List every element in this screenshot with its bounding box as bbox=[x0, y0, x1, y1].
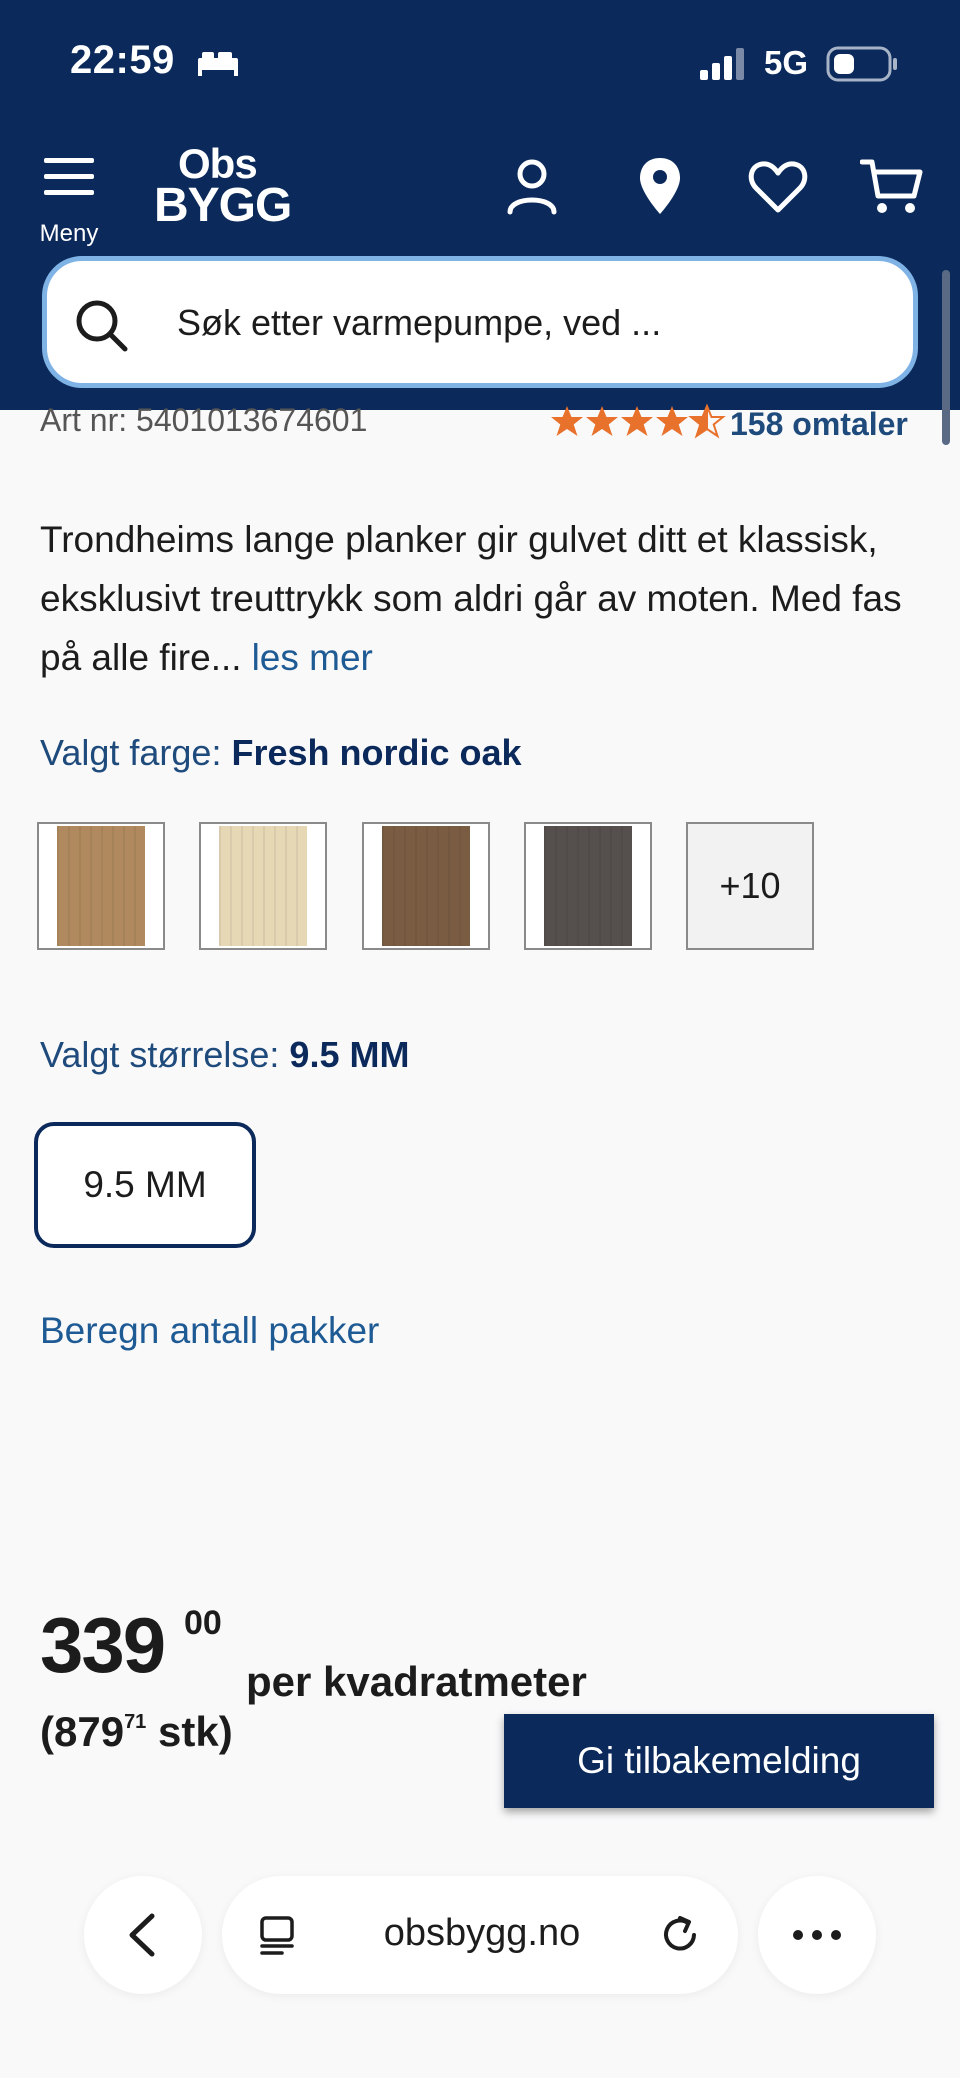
price-per-piece: (87971 stk) bbox=[40, 1708, 233, 1756]
wood-texture bbox=[57, 826, 145, 946]
color-swatch-3[interactable] bbox=[362, 822, 490, 950]
reviews-link[interactable]: 158 omtaler bbox=[730, 406, 908, 443]
status-time: 22:59 bbox=[70, 38, 175, 82]
color-prefix: Valgt farge: bbox=[40, 732, 222, 773]
wood-texture bbox=[544, 826, 632, 946]
location-pin-icon[interactable] bbox=[628, 154, 692, 218]
reload-icon[interactable] bbox=[658, 1912, 704, 1958]
price-main: 339 bbox=[40, 1601, 166, 1689]
browser-more-button[interactable] bbox=[758, 1876, 876, 1994]
stk-main: (879 bbox=[40, 1708, 125, 1755]
obs-bygg-logo[interactable]: Obs BYGG bbox=[150, 140, 292, 240]
wood-texture bbox=[219, 826, 307, 946]
logo-text-bottom: BYGG bbox=[154, 179, 292, 232]
bed-icon bbox=[198, 52, 238, 76]
color-value: Fresh nordic oak bbox=[231, 732, 522, 773]
chevron-left-icon bbox=[129, 1913, 155, 1957]
read-more-link[interactable]: les mer bbox=[252, 637, 373, 678]
selected-color-label: Valgt farge: Fresh nordic oak bbox=[40, 732, 522, 774]
rating-stars bbox=[551, 404, 726, 439]
browser-back-button[interactable] bbox=[84, 1876, 202, 1994]
color-swatch-2[interactable] bbox=[199, 822, 327, 950]
status-bar: 22:59 5G bbox=[0, 0, 960, 128]
network-label: 5G bbox=[764, 44, 809, 81]
more-colors-button[interactable]: +10 bbox=[686, 822, 814, 950]
cart-icon[interactable] bbox=[860, 154, 924, 218]
price-unit: per kvadratmeter bbox=[246, 1658, 587, 1705]
ellipsis-icon bbox=[793, 1930, 841, 1940]
size-prefix: Valgt størrelse: bbox=[40, 1034, 280, 1075]
color-swatch-4[interactable] bbox=[524, 822, 652, 950]
stk-cents: 71 bbox=[124, 1711, 147, 1733]
page-scrollbar[interactable] bbox=[942, 270, 950, 445]
search-bar[interactable] bbox=[42, 256, 918, 388]
description-text: Trondheims lange planker gir gulvet ditt… bbox=[40, 519, 902, 678]
stk-suffix: stk) bbox=[157, 1708, 233, 1755]
signal-icon bbox=[700, 48, 744, 80]
site-header: 22:59 5G Meny Obs BYGG Søk etter varmepu… bbox=[0, 0, 960, 410]
color-swatch-1[interactable] bbox=[37, 822, 165, 950]
menu-label: Meny bbox=[39, 220, 99, 247]
battery-icon bbox=[826, 46, 897, 82]
heart-icon[interactable] bbox=[746, 154, 810, 218]
article-number: Art nr: 5401013674601 bbox=[40, 402, 368, 438]
url-text[interactable]: obsbygg.no bbox=[332, 1912, 632, 1955]
product-meta-row: Art nr: 5401013674601 158 omtaler bbox=[40, 402, 920, 452]
price-cents: 00 bbox=[184, 1604, 222, 1642]
feedback-button[interactable]: Gi tilbakemelding bbox=[504, 1714, 934, 1808]
account-icon[interactable] bbox=[500, 154, 564, 218]
size-value: 9.5 MM bbox=[289, 1034, 410, 1075]
address-bar[interactable]: obsbygg.no bbox=[222, 1876, 738, 1994]
selected-size-label: Valgt størrelse: 9.5 MM bbox=[40, 1034, 409, 1076]
product-description: Trondheims lange planker gir gulvet ditt… bbox=[40, 510, 920, 687]
wood-texture bbox=[382, 826, 470, 946]
hamburger-icon bbox=[44, 158, 94, 195]
header-nav: Meny Obs BYGG bbox=[0, 140, 960, 250]
search-icon bbox=[76, 300, 128, 352]
calculate-packages-link[interactable]: Beregn antall pakker bbox=[40, 1310, 379, 1352]
size-option-button[interactable]: 9.5 MM bbox=[34, 1122, 256, 1248]
menu-button[interactable]: Meny bbox=[36, 156, 102, 248]
search-input[interactable] bbox=[177, 285, 877, 361]
reader-mode-icon[interactable] bbox=[258, 1916, 298, 1956]
